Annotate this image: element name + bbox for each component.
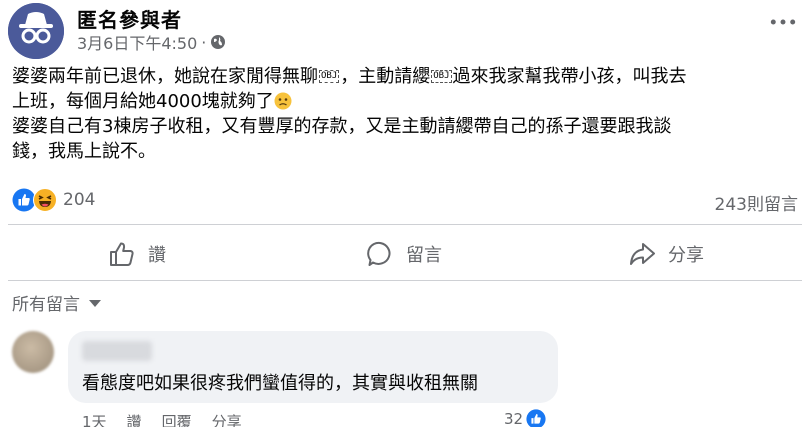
- comment-share-button[interactable]: 分享: [212, 411, 242, 427]
- meta-separator: ·: [201, 32, 207, 52]
- caret-down-icon: [89, 299, 101, 307]
- commenter-name-blurred[interactable]: [82, 341, 152, 361]
- comment-label: 留言: [406, 245, 442, 266]
- post-meta: 3月6日下午4:50 ·: [77, 30, 226, 54]
- share-arrow-icon: [630, 243, 655, 265]
- more-options-icon[interactable]: [766, 10, 800, 34]
- comment-button[interactable]: 留言: [366, 236, 442, 272]
- comment-like-number: 32: [504, 410, 524, 427]
- commenter-avatar[interactable]: [12, 331, 54, 373]
- post-line-2: 上班，每個月給她4000塊就夠了: [12, 89, 802, 114]
- post-text-segment: 婆婆兩年前已退休，她說在家閒得無聊: [12, 66, 318, 87]
- comment-time[interactable]: 1天: [82, 411, 107, 427]
- divider: [8, 280, 802, 281]
- like-label: 讚: [148, 245, 166, 266]
- comment-actions: 1天 讚 回覆 分享: [82, 411, 242, 427]
- reaction-icons: [12, 188, 57, 212]
- comment-sort-label: 所有留言: [12, 295, 80, 315]
- comment-reply-button[interactable]: 回覆: [162, 411, 192, 427]
- divider: [8, 224, 802, 225]
- post-text-segment: ，主動請纓: [340, 66, 431, 87]
- post-line-4: 錢，我馬上說不。: [12, 141, 156, 162]
- post-text-segment: 上班，每個月給她4000塊就夠了: [12, 91, 274, 112]
- obj-placeholder: OBJ: [319, 70, 340, 83]
- share-button[interactable]: 分享: [628, 236, 704, 272]
- haha-reaction-icon: [33, 188, 57, 212]
- comment-sort-dropdown[interactable]: 所有留言: [12, 290, 102, 315]
- comment-text: 看態度吧如果很疼我們蠻值得的，其實與收租無關: [82, 373, 478, 394]
- reaction-count: 204: [63, 190, 96, 210]
- like-button[interactable]: 讚: [108, 236, 166, 272]
- comment-bubble-icon: [367, 241, 391, 266]
- comment-count[interactable]: 243則留言: [715, 190, 798, 215]
- like-reaction-icon: [526, 409, 546, 427]
- post-line-1: 婆婆兩年前已退休，她說在家閒得無聊 OBJ ，主動請纓 OBJ 過來我家幫我帶小孩，叫我…: [12, 64, 802, 89]
- thumbs-up-icon: [110, 242, 134, 266]
- post-text-segment: 過來我家幫我帶小孩，叫我去: [452, 66, 687, 87]
- worried-face-emoji-icon: [274, 92, 292, 110]
- comment-bubble: 看態度吧如果很疼我們蠻值得的，其實與收租無關: [68, 331, 558, 403]
- anonymous-avatar-icon[interactable]: [8, 3, 64, 59]
- facebook-post: 匿名參與者 3月6日下午4:50 · 婆婆兩年前已退休，她說在家閒得無聊 OBJ，…: [0, 0, 810, 427]
- post-text: 婆婆兩年前已退休，她說在家閒得無聊 OBJ ，主動請纓 OBJ 過來我家幫我帶小孩，叫我…: [12, 64, 802, 164]
- reaction-summary[interactable]: 204: [12, 188, 95, 212]
- obj-placeholder: OBJ: [431, 70, 452, 83]
- post-line-3: 婆婆自己有3棟房子收租，又有豐厚的存款，又是主動請纓帶自己的孫子還要跟我談: [12, 116, 672, 137]
- comment-like-count[interactable]: 32: [504, 409, 546, 427]
- comment-like-button[interactable]: 讚: [127, 411, 142, 427]
- post-timestamp[interactable]: 3月6日下午4:50: [77, 30, 197, 54]
- globe-icon: [210, 34, 226, 50]
- share-label: 分享: [668, 245, 704, 266]
- post-author-name[interactable]: 匿名參與者: [77, 4, 182, 33]
